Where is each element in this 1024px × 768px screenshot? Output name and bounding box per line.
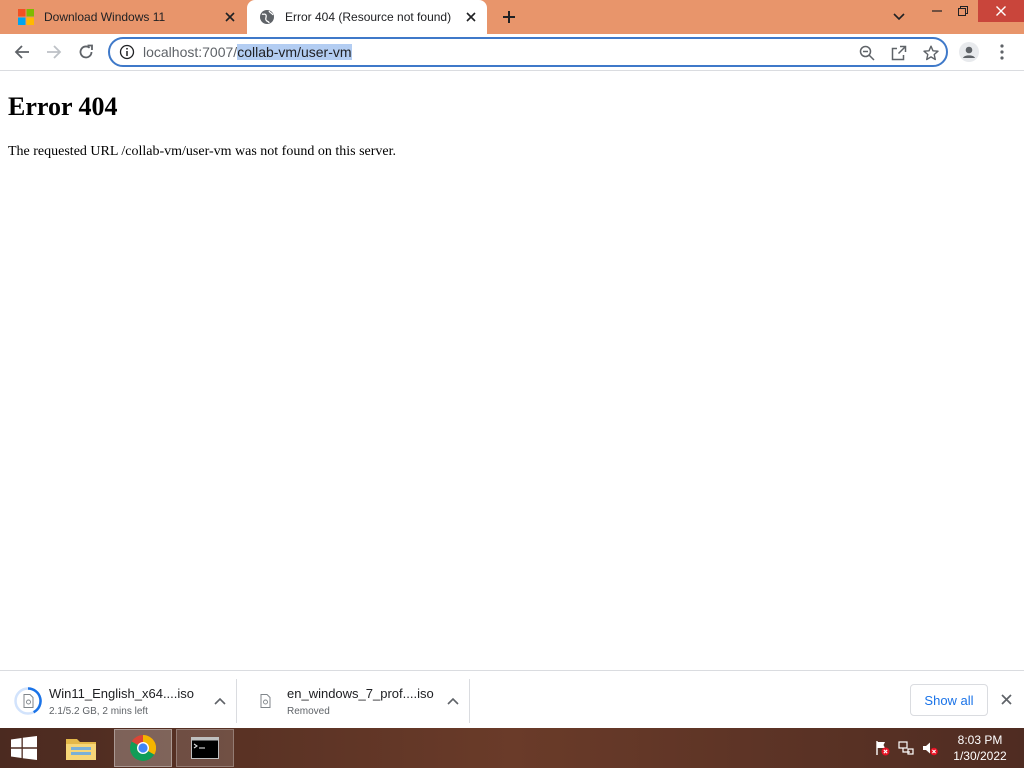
close-tab-button[interactable]	[218, 5, 242, 29]
close-icon	[1000, 693, 1012, 705]
close-tab-button[interactable]	[459, 5, 483, 29]
download-status: Removed	[287, 705, 330, 717]
folder-icon	[66, 739, 96, 760]
divider	[469, 679, 470, 723]
close-icon	[466, 12, 476, 22]
download-options-button[interactable]	[208, 689, 232, 713]
menu-button[interactable]	[988, 38, 1016, 66]
tab-download-windows-11[interactable]: Download Windows 11	[0, 0, 246, 34]
close-shelf-button[interactable]	[995, 688, 1017, 710]
volume-muted-icon[interactable]	[922, 740, 938, 756]
show-all-button[interactable]: Show all	[910, 684, 988, 716]
close-icon	[996, 6, 1006, 16]
close-icon	[225, 12, 235, 22]
chrome-taskbar-button[interactable]	[114, 729, 172, 767]
info-icon[interactable]	[119, 44, 135, 60]
reload-button[interactable]	[72, 38, 100, 66]
download-status: 2.1/5.2 GB, 2 mins left	[49, 705, 148, 717]
bookmark-button[interactable]	[922, 44, 940, 62]
download-item[interactable]: Win11_English_x64....iso 2.1/5.2 GB, 2 m…	[14, 679, 236, 723]
tab-title: Error 404 (Resource not found)	[285, 10, 452, 24]
download-item[interactable]: en_windows_7_prof....iso Removed	[252, 679, 469, 723]
zoom-button[interactable]	[858, 44, 876, 62]
back-button[interactable]	[8, 38, 36, 66]
arrow-left-icon	[14, 45, 29, 59]
chevron-up-icon	[447, 697, 459, 705]
more-vertical-icon	[1000, 44, 1004, 60]
avatar-icon	[959, 42, 979, 62]
taskbar: 8:03 PM 1/30/2022	[0, 728, 1024, 768]
browser-toolbar: localhost:7007/collab-vm/user-vm	[0, 34, 1024, 71]
tab-strip: Download Windows 11 Error 404 (Resource …	[0, 0, 1024, 34]
address-bar[interactable]: localhost:7007/collab-vm/user-vm	[108, 37, 948, 67]
system-clock[interactable]: 8:03 PM 1/30/2022	[944, 732, 1016, 764]
download-filename: Win11_English_x64....iso	[49, 685, 195, 701]
clock-time: 8:03 PM	[957, 733, 1003, 747]
download-text: en_windows_7_prof....iso Removed	[287, 686, 441, 717]
new-tab-button[interactable]	[497, 5, 521, 29]
url-text[interactable]: localhost:7007/collab-vm/user-vm	[143, 44, 352, 60]
tab-search-button[interactable]	[882, 5, 916, 29]
close-window-button[interactable]	[978, 0, 1024, 22]
arrow-right-icon	[47, 45, 62, 59]
profile-button[interactable]	[955, 38, 983, 66]
clock-date: 1/30/2022	[953, 749, 1007, 763]
chrome-icon	[129, 735, 157, 762]
url-path-selected: collab-vm/user-vm	[237, 44, 352, 60]
tab-error-404[interactable]: Error 404 (Resource not found)	[247, 0, 487, 34]
download-filename: en_windows_7_prof....iso	[287, 685, 434, 701]
download-text: Win11_English_x64....iso 2.1/5.2 GB, 2 m…	[49, 686, 208, 717]
microsoft-logo-icon	[18, 9, 34, 25]
file-icon	[260, 694, 271, 708]
download-shelf: Win11_English_x64....iso 2.1/5.2 GB, 2 m…	[0, 670, 1024, 728]
page-title: Error 404	[8, 92, 118, 121]
windows-logo-icon	[11, 736, 37, 760]
action-center-flag-icon[interactable]	[874, 740, 890, 756]
page-content: Error 404 The requested URL /collab-vm/u…	[0, 72, 1024, 670]
share-icon	[891, 45, 907, 61]
minimize-icon	[932, 10, 942, 12]
url-host: localhost:7007/	[143, 44, 238, 60]
chevron-down-icon	[893, 13, 905, 21]
command-prompt-taskbar-button[interactable]	[176, 729, 234, 767]
star-icon	[923, 45, 939, 61]
plus-icon	[503, 11, 515, 23]
zoom-out-icon	[859, 45, 875, 61]
divider	[236, 679, 237, 723]
network-icon[interactable]	[898, 740, 914, 756]
tab-title: Download Windows 11	[44, 10, 166, 24]
file-progress-icon	[14, 687, 42, 715]
start-button[interactable]	[0, 729, 48, 767]
error-message: The requested URL /collab-vm/user-vm was…	[8, 144, 397, 159]
chevron-up-icon	[214, 697, 226, 705]
restore-icon	[958, 6, 968, 16]
download-options-button[interactable]	[441, 689, 465, 713]
forward-button[interactable]	[40, 38, 68, 66]
restore-button[interactable]	[946, 0, 980, 22]
reload-icon	[79, 44, 93, 59]
terminal-icon	[191, 737, 219, 759]
file-explorer-taskbar-button[interactable]	[52, 729, 110, 767]
globe-icon	[260, 10, 274, 24]
share-button[interactable]	[890, 44, 908, 62]
